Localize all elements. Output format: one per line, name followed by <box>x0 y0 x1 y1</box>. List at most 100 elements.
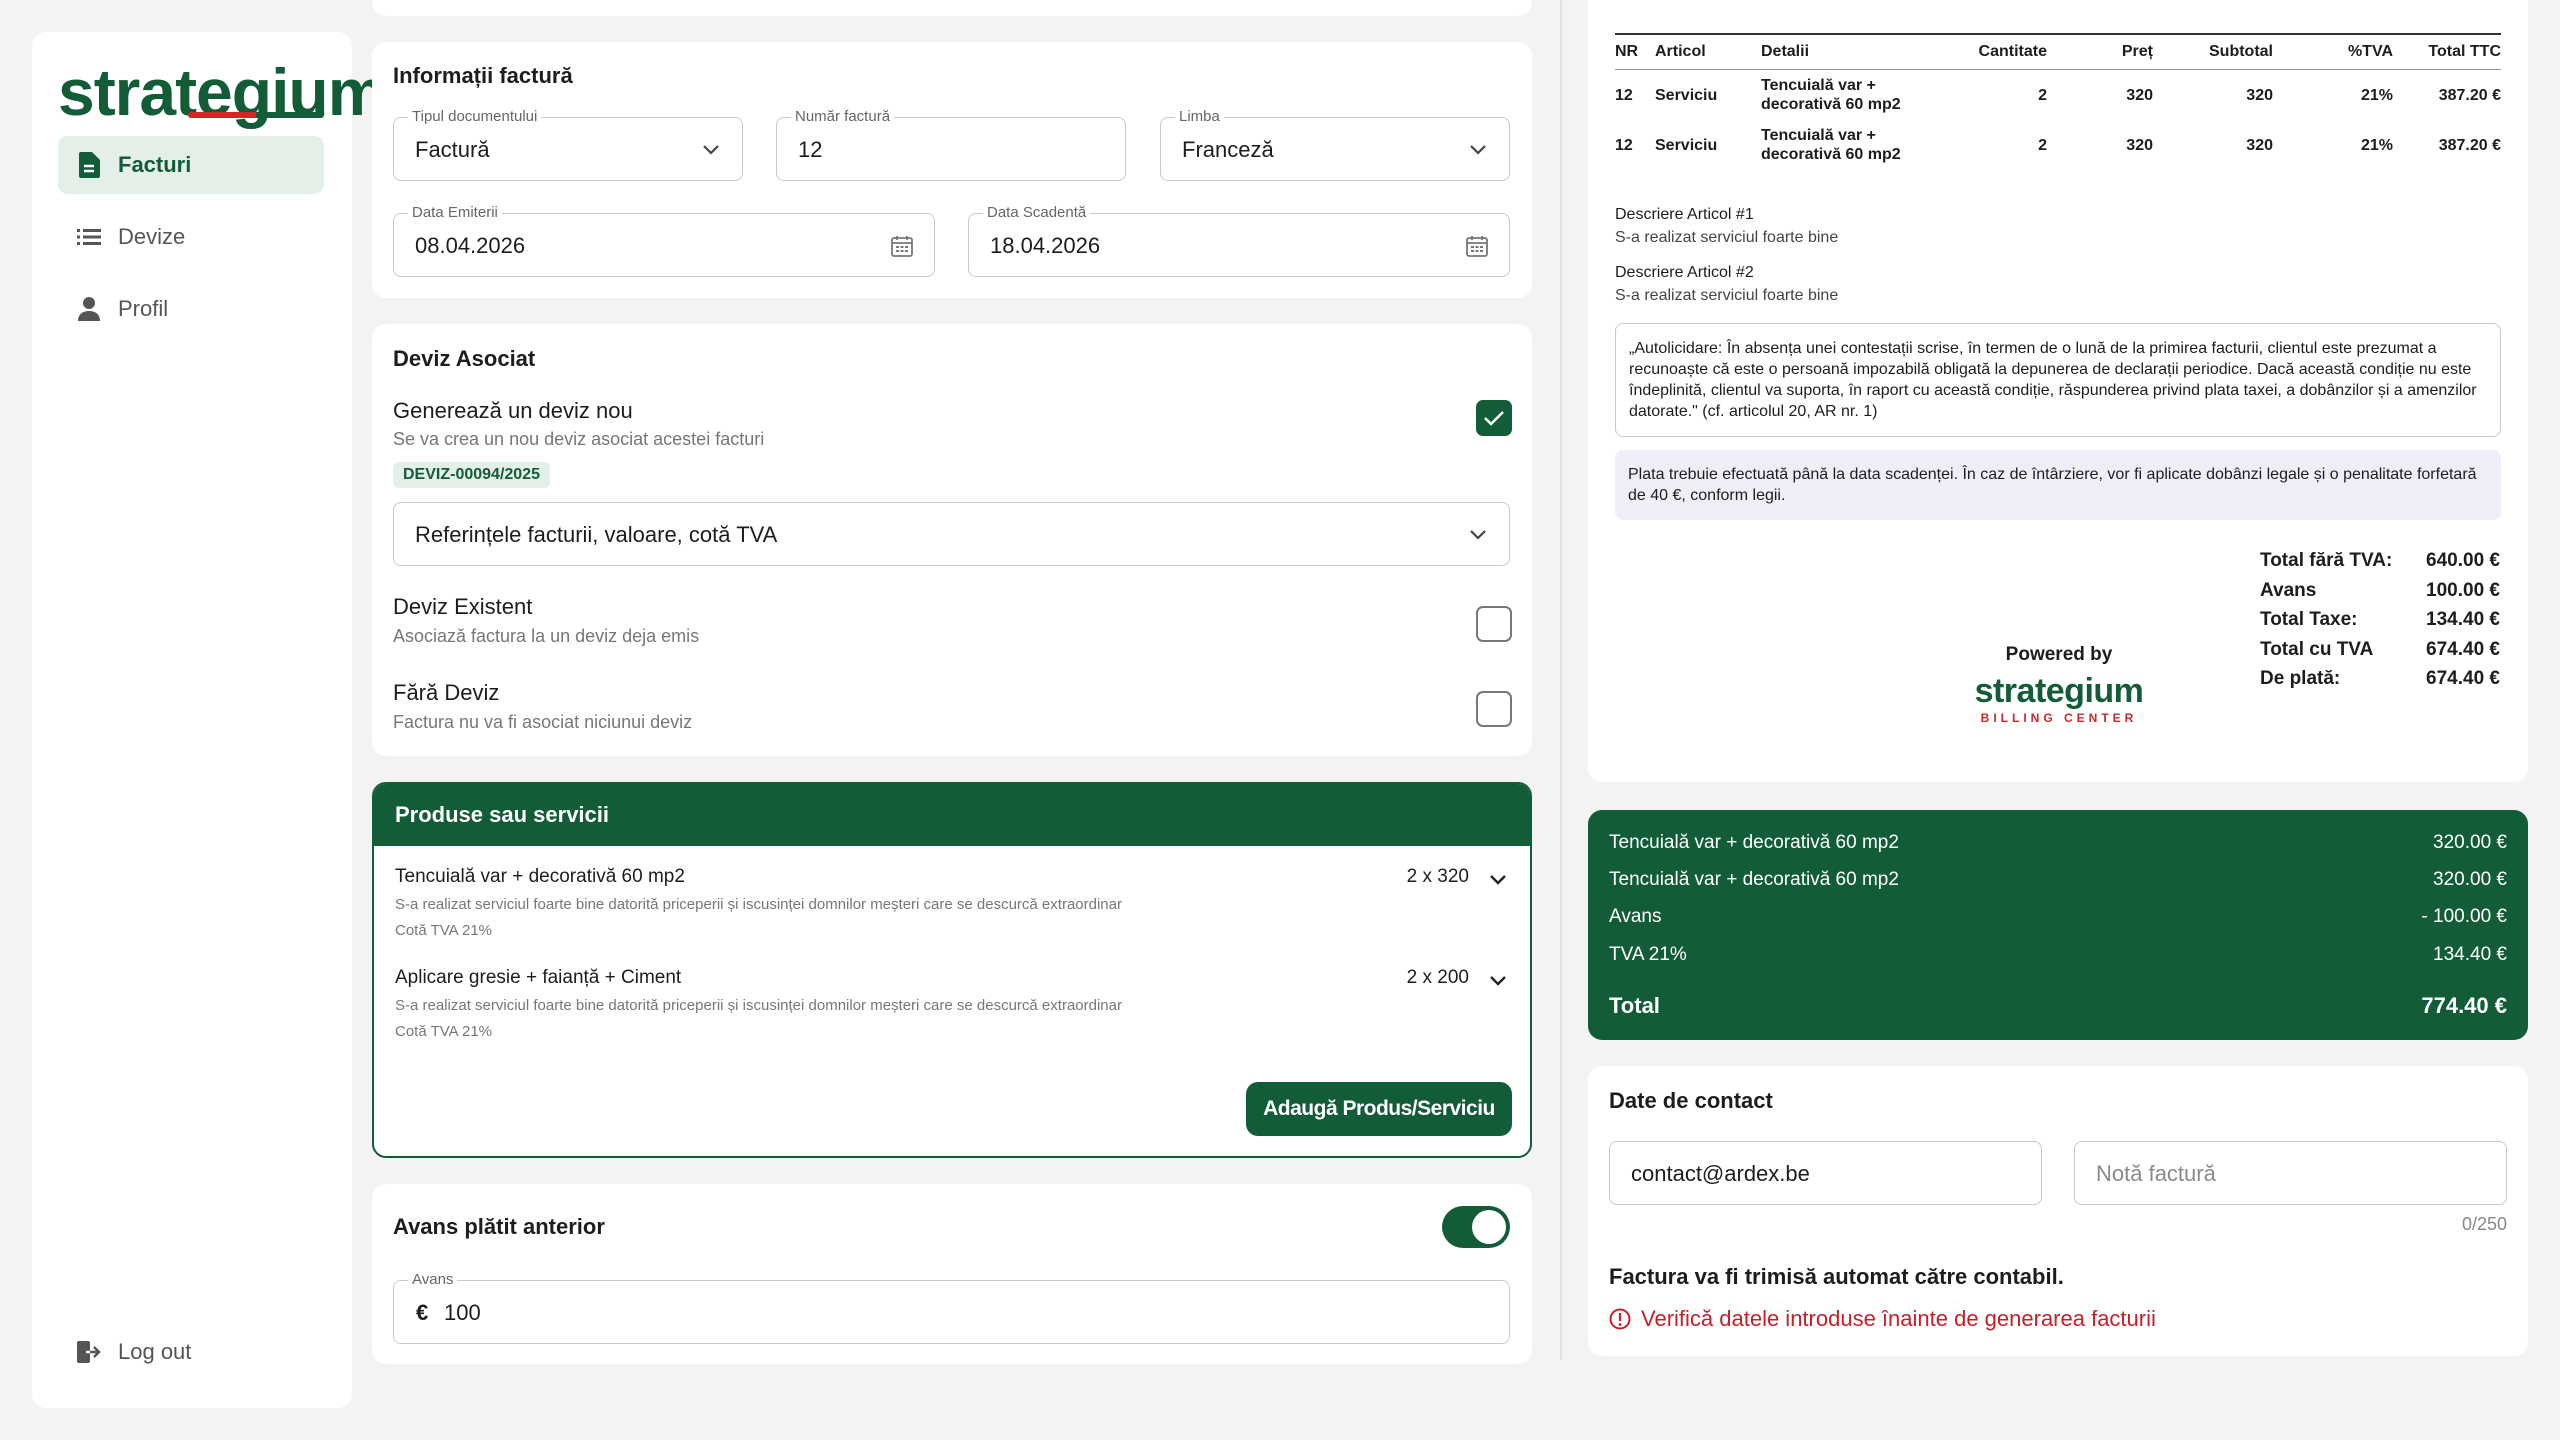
new-deviz-title: Generează un deviz nou <box>393 398 633 423</box>
logo-accent <box>188 112 324 118</box>
invoice-number-value: 12 <box>798 137 823 162</box>
calendar-icon[interactable] <box>890 234 914 263</box>
logout-button[interactable]: Log out <box>58 1323 324 1381</box>
existing-deviz-subtitle: Asociază factura la un deviz deja emis <box>393 626 700 646</box>
invoice-note-placeholder: Notă factură <box>2096 1161 2216 1186</box>
char-counter: 0/250 <box>2461 1214 2507 1234</box>
col-detalii: Detalii <box>1761 33 1951 70</box>
cell-tva: 21% <box>2360 86 2393 104</box>
product-item[interactable]: Aplicare gresie + faianță + Ciment S-a r… <box>395 967 1509 1040</box>
deviz-reference-value: Referințele facturii, valoare, cotă TVA <box>415 522 778 547</box>
powered-tagline: BILLING CENTER <box>1980 711 2138 725</box>
email-field[interactable]: contact@ardex.be <box>1609 1141 2042 1205</box>
chevron-down-icon <box>700 138 722 165</box>
total-value: 100.00 € <box>2426 579 2500 601</box>
product-tva: Cotă TVA 21% <box>395 1023 493 1040</box>
calendar-icon[interactable] <box>1465 234 1489 263</box>
product-quantity: 2 x 200 <box>1406 967 1469 988</box>
cell-total: 387.20 € <box>2438 136 2501 154</box>
col-nr: NR <box>1615 33 1655 70</box>
total-label: Avans <box>2260 579 2317 601</box>
total-row: Total Taxe: 134.40 € <box>2260 609 2500 639</box>
error-icon <box>1609 1308 1631 1330</box>
chevron-down-icon <box>1467 138 1489 165</box>
product-item[interactable]: Tencuială var + decorativă 60 mp2 S-a re… <box>395 866 1509 939</box>
brand-logo[interactable]: strategium <box>58 54 386 130</box>
cell-total: 387.20 € <box>2438 86 2501 104</box>
total-row: Total cu TVA 674.40 € <box>2260 639 2500 669</box>
clipped-panel-top <box>372 0 1532 16</box>
invoice-info-title: Informații factură <box>393 63 573 88</box>
logout-label: Log out <box>118 1339 192 1364</box>
no-deviz-checkbox[interactable] <box>1476 691 1512 727</box>
auto-send-info: Factura va fi trimisă automat către cont… <box>1609 1264 2064 1289</box>
deviz-reference-select[interactable]: Referințele facturii, valoare, cotă TVA <box>393 502 1510 566</box>
issue-date-input[interactable]: Data Emiterii 08.04.2026 <box>393 204 935 277</box>
no-deviz-title: Fără Deviz <box>393 680 500 705</box>
cell-articol: Serviciu <box>1655 86 1718 104</box>
total-value: 640.00 € <box>2426 550 2500 571</box>
chevron-down-icon[interactable] <box>1487 969 1509 996</box>
language-value: Franceză <box>1182 137 1274 162</box>
new-deviz-checkbox[interactable] <box>1476 400 1512 436</box>
person-icon <box>76 297 102 321</box>
sidebar-item-label: Facturi <box>118 152 192 177</box>
toggle-knob <box>1472 1210 1506 1244</box>
contact-section: Date de contact contact@ardex.be Notă fa… <box>1588 1066 2528 1356</box>
products-title: Produse sau servicii <box>374 784 1530 846</box>
total-value: 674.40 € <box>2426 668 2500 689</box>
summary-label: Tencuială var + decorativă 60 mp2 <box>1609 832 1899 853</box>
advance-input[interactable]: Avans € 100 <box>393 1271 1510 1344</box>
cell-cantitate: 2 <box>2038 86 2047 104</box>
desc1-label: Descriere Articol #1 <box>1615 206 1754 223</box>
col-cantitate: Cantitate <box>1951 33 2047 70</box>
summary-row: TVA 21% 134.40 € <box>1609 944 2507 966</box>
due-date-value: 18.04.2026 <box>990 233 1101 258</box>
doc-type-label: Tipul documentului <box>408 108 542 125</box>
preview-totals: Total fără TVA: 640.00 € Avans 100.00 € To… <box>2260 550 2500 698</box>
product-description: S-a realizat serviciul foarte bine dator… <box>395 896 1122 913</box>
invoice-note-field[interactable]: Notă factură <box>2074 1141 2507 1205</box>
legal-notice: „Autolicidare: În absența unei contestaț… <box>1615 323 2501 437</box>
cell-pret: 320 <box>2126 136 2153 154</box>
new-deviz-subtitle: Se va crea un nou deviz asociat acestei … <box>393 429 765 449</box>
total-row: Avans 100.00 € <box>2260 580 2500 610</box>
product-tva: Cotă TVA 21% <box>395 922 493 939</box>
advance-label: Avans <box>408 1271 458 1288</box>
summary-value: 320.00 € <box>2433 869 2507 890</box>
invoice-number-input[interactable]: Număr factură 12 <box>776 108 1126 181</box>
products-section: Produse sau servicii Tencuială var + dec… <box>372 782 1532 1158</box>
summary-value: 320.00 € <box>2433 832 2507 853</box>
sidebar-item-label: Devize <box>118 224 186 249</box>
doc-type-select[interactable]: Tipul documentului Factură <box>393 108 743 181</box>
sidebar-item-devize[interactable]: Devize <box>58 208 324 266</box>
chevron-down-icon[interactable] <box>1487 868 1509 895</box>
no-deviz-subtitle: Factura nu va fi asociat niciunui deviz <box>393 712 693 732</box>
col-pret: Preț <box>2047 33 2153 70</box>
sidebar-item-facturi[interactable]: Facturi <box>58 136 324 194</box>
deviz-title: Deviz Asociat <box>393 346 536 371</box>
existing-deviz-title: Deviz Existent <box>393 594 533 619</box>
summary-value: 134.40 € <box>2433 944 2507 965</box>
deviz-number-badge: DEVIZ-00094/2025 <box>393 462 550 488</box>
powered-by: Powered by strategium BILLING CENTER <box>1939 644 2179 725</box>
table-row: 12 Serviciu Tencuială var + decorativă 6… <box>1615 120 2501 170</box>
existing-deviz-checkbox[interactable] <box>1476 606 1512 642</box>
sidebar-item-profil[interactable]: Profil <box>58 280 324 338</box>
col-articol: Articol <box>1655 33 1761 70</box>
summary-label: Tencuială var + decorativă 60 mp2 <box>1609 869 1899 890</box>
total-label: Total cu TVA <box>2260 638 2374 660</box>
total-label: Total fără TVA: <box>2260 550 2393 571</box>
advance-section: Avans plătit anterior Avans € 100 <box>372 1184 1532 1364</box>
col-tva: %TVA <box>2273 33 2393 70</box>
product-quantity: 2 x 320 <box>1406 866 1469 887</box>
check-icon <box>1484 411 1504 426</box>
cell-nr: 12 <box>1615 136 1633 154</box>
document-icon <box>76 152 102 178</box>
due-date-input[interactable]: Data Scadentă 18.04.2026 <box>968 204 1510 277</box>
desc2-text: S-a realizat serviciul foarte bine <box>1615 287 1839 304</box>
advance-toggle[interactable] <box>1442 1206 1510 1248</box>
add-product-button[interactable]: Adaugă Produs/Serviciu <box>1246 1082 1512 1136</box>
language-select[interactable]: Limba Franceză <box>1160 108 1510 181</box>
summary-total-value: 774.40 € <box>2421 993 2507 1018</box>
